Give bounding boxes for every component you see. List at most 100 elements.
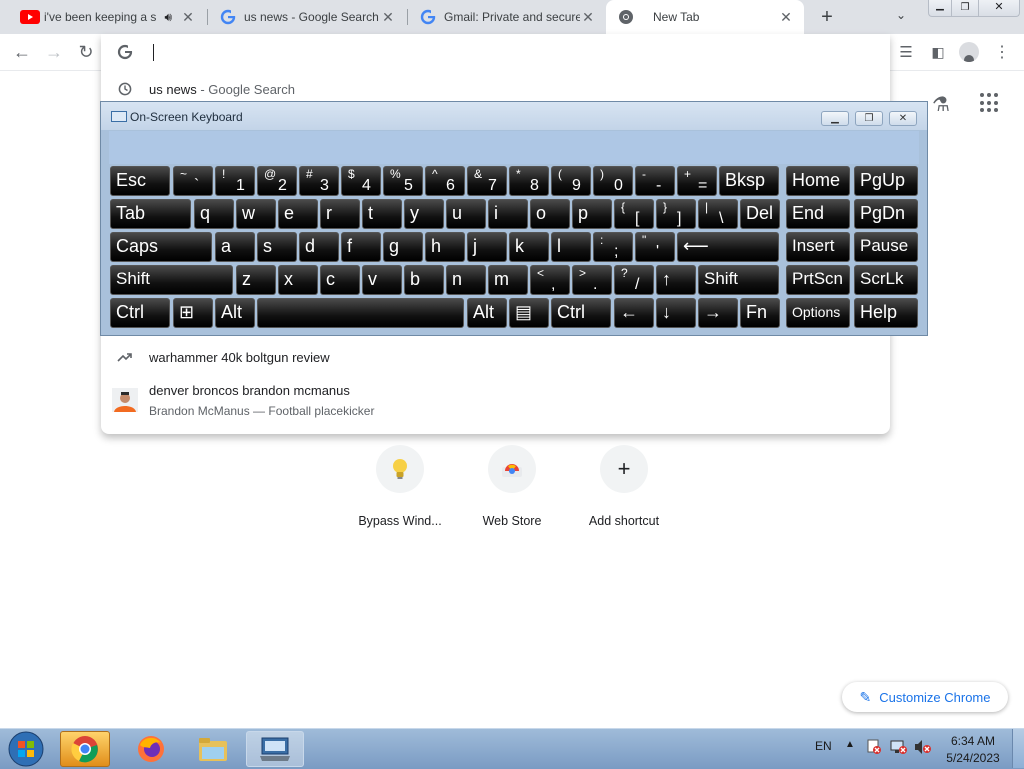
osk-key[interactable]: * 8 xyxy=(509,166,549,196)
show-hidden-icons-icon[interactable]: ▲ xyxy=(845,739,855,750)
osk-key[interactable]: {[ xyxy=(614,199,654,229)
back-icon[interactable]: ← xyxy=(12,42,32,62)
osk-key[interactable]: " ' xyxy=(635,232,675,262)
osk-key[interactable]: f xyxy=(341,232,381,262)
osk-key[interactable]: Ctrl xyxy=(110,298,170,328)
osk-key[interactable]: g xyxy=(383,232,423,262)
osk-title-bar[interactable]: On-Screen Keyboard ▁ ❐ ✕ xyxy=(101,102,927,130)
osk-key[interactable]: Fn xyxy=(740,298,780,328)
osk-key[interactable]: PgUp xyxy=(854,166,918,196)
shortcut-tile[interactable]: + Add shortcut xyxy=(569,445,679,528)
language-indicator[interactable]: EN xyxy=(815,739,832,753)
profile-avatar[interactable] xyxy=(959,42,979,62)
osk-key[interactable]: Options xyxy=(786,298,850,328)
suggestion-item[interactable]: warhammer 40k boltgun review xyxy=(101,346,890,368)
osk-key[interactable]: $4 xyxy=(341,166,381,196)
tab-gmail[interactable]: Gmail: Private and secure ✕ xyxy=(408,0,606,34)
osk-key[interactable]: Esc xyxy=(110,166,170,196)
osk-key[interactable]: Shift xyxy=(698,265,779,295)
osk-key[interactable]: ⟵ xyxy=(677,232,779,262)
osk-key[interactable]: End xyxy=(786,199,850,229)
taskbar-chrome-button[interactable] xyxy=(60,731,110,767)
new-tab-button[interactable]: + xyxy=(816,6,838,28)
osk-key[interactable]: Bksp xyxy=(719,166,779,196)
osk-restore-button[interactable]: ❐ xyxy=(855,111,883,126)
osk-key[interactable]: Shift xyxy=(110,265,233,295)
osk-key[interactable]: h xyxy=(425,232,465,262)
labs-flask-icon[interactable]: ⚗ xyxy=(932,92,950,117)
show-desktop-button[interactable] xyxy=(1012,729,1024,768)
close-tab-button[interactable]: ✕ xyxy=(580,9,596,25)
tab-search-chevron-icon[interactable]: ⌄ xyxy=(896,8,906,22)
apps-grid-icon[interactable] xyxy=(980,93,1000,113)
osk-key[interactable]: r xyxy=(320,199,360,229)
osk-key[interactable]: Home xyxy=(786,166,850,196)
osk-key[interactable]: | \ xyxy=(698,199,738,229)
osk-key[interactable]: t xyxy=(362,199,402,229)
omnibox-input[interactable] xyxy=(151,40,875,66)
close-tab-button[interactable]: ✕ xyxy=(778,9,794,25)
osk-key[interactable]: % 5 xyxy=(383,166,423,196)
osk-key[interactable]: ▤ xyxy=(509,298,549,328)
network-icon[interactable] xyxy=(890,739,908,755)
osk-key[interactable]: p xyxy=(572,199,612,229)
tab-us-news[interactable]: us news - Google Search ✕ xyxy=(208,0,406,34)
osk-key[interactable]: → xyxy=(698,298,738,328)
osk-key[interactable]: Ctrl xyxy=(551,298,611,328)
osk-close-button[interactable]: ✕ xyxy=(889,111,917,126)
osk-key[interactable]: ) 0 xyxy=(593,166,633,196)
osk-key[interactable]: ^ 6 xyxy=(425,166,465,196)
osk-key[interactable]: y xyxy=(404,199,444,229)
osk-key[interactable]: v xyxy=(362,265,402,295)
osk-key[interactable]: ! 1 xyxy=(215,166,255,196)
volume-muted-icon[interactable] xyxy=(914,739,932,755)
osk-key[interactable]: Pause xyxy=(854,232,918,262)
osk-key[interactable]: d xyxy=(299,232,339,262)
osk-key[interactable]: o xyxy=(530,199,570,229)
osk-key[interactable]: + = xyxy=(677,166,717,196)
osk-key[interactable]: Insert xyxy=(786,232,850,262)
osk-key[interactable]: m xyxy=(488,265,528,295)
osk-key[interactable]: u xyxy=(446,199,486,229)
speaker-icon[interactable]: 🔊︎ xyxy=(164,10,172,25)
close-window-button[interactable]: ✕ xyxy=(978,0,1020,17)
tab-new-tab[interactable]: New Tab ✕ xyxy=(606,0,804,34)
osk-key[interactable]: s xyxy=(257,232,297,262)
start-button[interactable] xyxy=(4,731,48,767)
media-control-icon[interactable]: ☰ xyxy=(896,42,916,62)
tab-youtube[interactable]: i've been keeping a s 🔊︎ ✕ xyxy=(8,0,206,34)
osk-key[interactable]: ScrLk xyxy=(854,265,918,295)
osk-key[interactable]: Del xyxy=(740,199,780,229)
taskbar-osk-button[interactable] xyxy=(246,731,304,767)
reload-icon[interactable]: ↻ xyxy=(76,42,96,62)
osk-key[interactable]: }] xyxy=(656,199,696,229)
osk-key[interactable]: ← xyxy=(614,298,654,328)
osk-key[interactable]: c xyxy=(320,265,360,295)
osk-key[interactable]: Alt xyxy=(467,298,507,328)
side-panel-icon[interactable]: ◧ xyxy=(928,42,948,62)
more-menu-icon[interactable]: ⋮ xyxy=(992,42,1012,62)
osk-key[interactable]: Caps xyxy=(110,232,212,262)
taskbar-explorer-button[interactable] xyxy=(190,731,236,767)
osk-minimize-button[interactable]: ▁ xyxy=(821,111,849,126)
shortcut-tile[interactable]: Web Store xyxy=(457,445,567,528)
osk-key[interactable]: Tab xyxy=(110,199,191,229)
osk-key[interactable]: & 7 xyxy=(467,166,507,196)
osk-key[interactable]: n xyxy=(446,265,486,295)
osk-key[interactable]: i xyxy=(488,199,528,229)
system-clock[interactable]: 6:34 AM 5/24/2023 xyxy=(942,733,1004,767)
osk-key[interactable]: b xyxy=(404,265,444,295)
osk-key[interactable]: #3 xyxy=(299,166,339,196)
osk-key[interactable]: :; xyxy=(593,232,633,262)
suggestion-item[interactable]: us news - Google Search xyxy=(101,78,890,100)
osk-key[interactable]: x xyxy=(278,265,318,295)
osk-key[interactable]: a xyxy=(215,232,255,262)
suggestion-item[interactable]: denver broncos brandon mcmanus Brandon M… xyxy=(101,380,890,420)
restore-window-button[interactable]: ❐ xyxy=(951,0,979,17)
osk-key[interactable]: l xyxy=(551,232,591,262)
shortcut-tile[interactable]: Bypass Wind... xyxy=(345,445,455,528)
close-tab-button[interactable]: ✕ xyxy=(380,9,396,25)
osk-key[interactable]: PrtScn xyxy=(786,265,850,295)
osk-key[interactable]: k xyxy=(509,232,549,262)
osk-key[interactable]: ~ ` xyxy=(173,166,213,196)
